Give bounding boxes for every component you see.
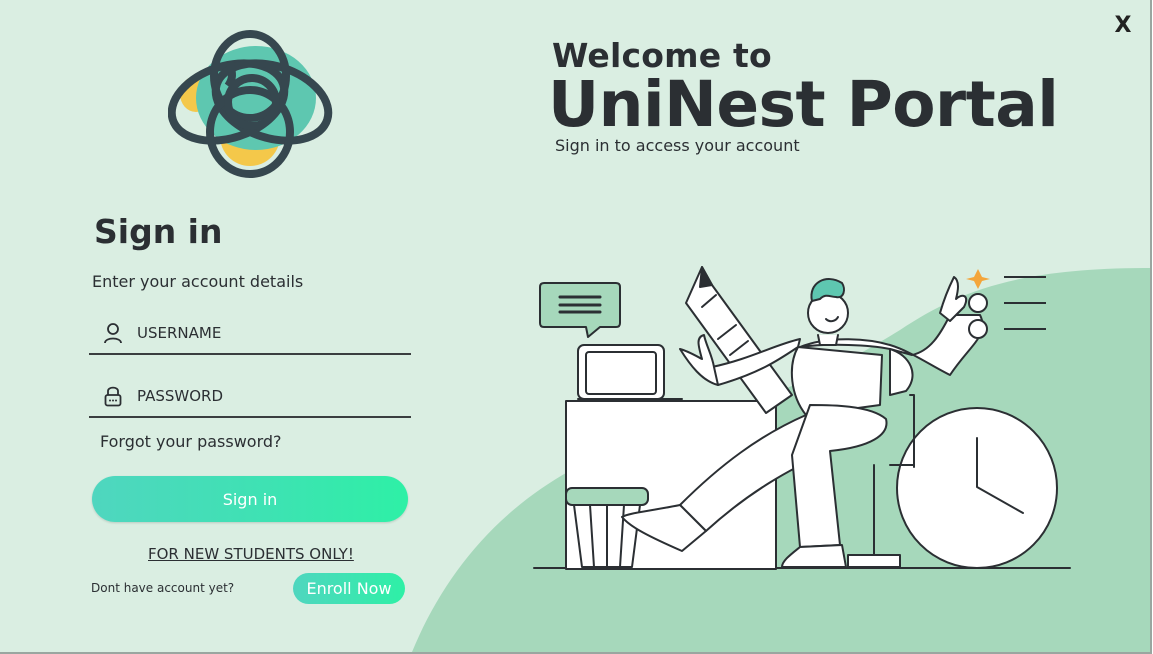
- signin-description: Enter your account details: [92, 272, 304, 291]
- enroll-now-button[interactable]: Enroll Now: [293, 573, 405, 604]
- forgot-password-link[interactable]: Forgot your password?: [100, 432, 282, 451]
- user-icon: [89, 313, 137, 353]
- flower-logo-icon: [168, 30, 333, 178]
- new-students-link[interactable]: FOR NEW STUDENTS ONLY!: [148, 545, 354, 563]
- signin-button[interactable]: Sign in: [92, 476, 408, 522]
- portal-tagline: Sign in to access your account: [555, 136, 800, 155]
- no-account-prompt: Dont have account yet?: [91, 581, 235, 595]
- password-input[interactable]: [137, 387, 397, 405]
- password-field: [89, 376, 411, 418]
- close-button[interactable]: X: [1108, 10, 1138, 40]
- username-input[interactable]: [137, 324, 397, 342]
- student-at-desk-illustration: [533, 266, 1071, 570]
- signin-heading: Sign in: [94, 212, 223, 251]
- username-field: [89, 313, 411, 355]
- login-window: X Welcome to UniNest Portal Sign in to a…: [0, 0, 1152, 654]
- portal-title: UniNest Portal: [548, 68, 1059, 141]
- lock-icon: [89, 376, 137, 416]
